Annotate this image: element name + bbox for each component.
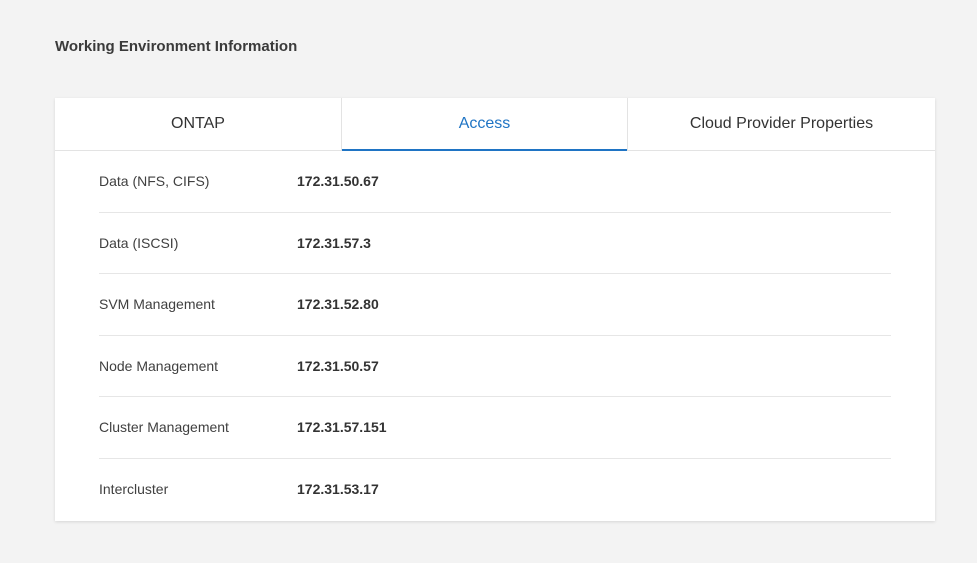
- row-label: SVM Management: [99, 296, 215, 313]
- row-value: 172.31.53.17: [297, 481, 379, 498]
- row-label: Data (ISCSI): [99, 234, 179, 251]
- row-value: 172.31.50.67: [297, 173, 379, 190]
- table-row: Intercluster 172.31.53.17: [99, 459, 891, 521]
- row-value: 172.31.57.151: [297, 419, 387, 436]
- access-table: Data (NFS, CIFS) 172.31.50.67 Data (ISCS…: [55, 151, 935, 520]
- row-label: Intercluster: [99, 481, 169, 498]
- row-value: 172.31.50.57: [297, 357, 379, 374]
- row-label: Data (NFS, CIFS): [99, 173, 210, 190]
- tab-ontap[interactable]: ONTAP: [55, 98, 341, 150]
- tab-bar: ONTAP Access Cloud Provider Properties: [55, 98, 935, 151]
- section-title: Working Environment Information: [55, 38, 298, 55]
- tab-access[interactable]: Access: [341, 98, 627, 151]
- table-row: Node Management 172.31.50.57: [99, 336, 891, 397]
- table-row: Data (NFS, CIFS) 172.31.50.67: [99, 151, 891, 213]
- table-row: SVM Management 172.31.52.80: [99, 274, 891, 336]
- row-label: Cluster Management: [99, 419, 229, 436]
- row-value: 172.31.52.80: [297, 296, 379, 313]
- row-label: Node Management: [99, 357, 219, 374]
- table-row: Data (ISCSI) 172.31.57.3: [99, 213, 891, 274]
- tab-cloud-provider-properties[interactable]: Cloud Provider Properties: [627, 98, 935, 150]
- row-value: 172.31.57.3: [297, 234, 371, 251]
- table-row: Cluster Management 172.31.57.151: [99, 397, 891, 459]
- info-card: ONTAP Access Cloud Provider Properties D…: [55, 98, 935, 521]
